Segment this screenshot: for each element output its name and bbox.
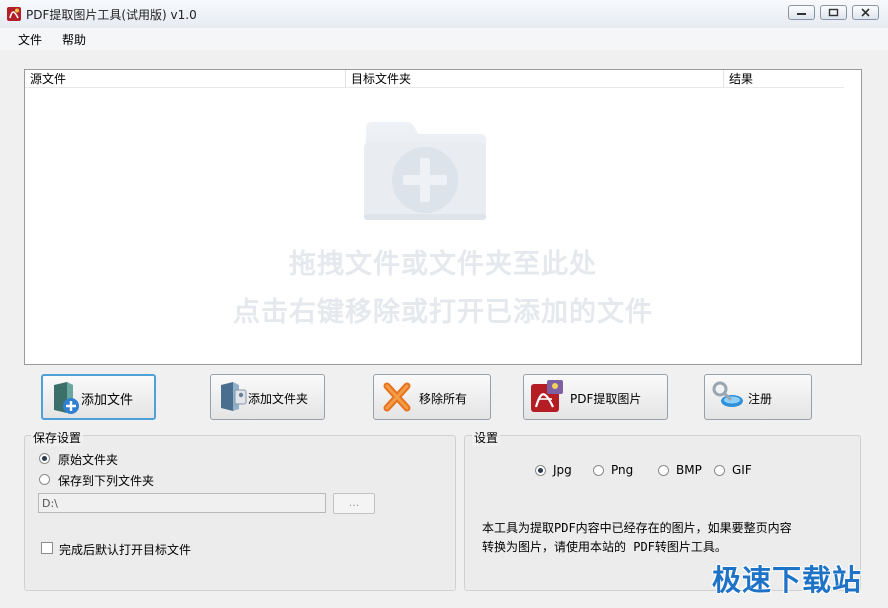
settings-description: 本工具为提取PDF内容中已经存在的图片，如果要整页内容 转换为图片，请使用本站的… bbox=[482, 519, 842, 557]
minimize-icon bbox=[797, 13, 806, 15]
label-format-png[interactable]: Png bbox=[611, 463, 633, 477]
remove-all-button[interactable]: 移除所有 bbox=[373, 374, 491, 420]
maximize-button[interactable] bbox=[820, 5, 847, 20]
extract-images-button[interactable]: PDF提取图片 bbox=[523, 374, 668, 420]
drop-hint-primary: 拖拽文件或文件夹至此处 bbox=[289, 249, 597, 280]
site-watermark: 极速下载站 bbox=[712, 563, 863, 597]
radio-format-png[interactable] bbox=[593, 465, 604, 476]
settings-title: 设置 bbox=[472, 429, 501, 446]
radio-custom-folder[interactable] bbox=[39, 474, 50, 485]
extract-images-label: PDF提取图片 bbox=[570, 392, 642, 406]
label-original-folder[interactable]: 原始文件夹 bbox=[58, 451, 118, 468]
radio-format-jpg[interactable] bbox=[535, 465, 546, 476]
add-folder-label: 添加文件夹 bbox=[248, 392, 309, 406]
label-format-jpg[interactable]: Jpg bbox=[553, 463, 572, 477]
label-custom-folder[interactable]: 保存到下列文件夹 bbox=[58, 472, 154, 489]
add-folder-icon bbox=[221, 382, 247, 411]
browse-button[interactable]: ... bbox=[333, 493, 375, 514]
remove-all-label: 移除所有 bbox=[419, 392, 468, 406]
save-settings-title: 保存设置 bbox=[31, 429, 84, 446]
menu-file[interactable]: 文件 bbox=[18, 31, 42, 48]
menu-help[interactable]: 帮助 bbox=[62, 31, 86, 48]
open-after-label[interactable]: 完成后默认打开目标文件 bbox=[59, 541, 191, 558]
column-header-result[interactable]: 结果 bbox=[724, 70, 844, 88]
window-title: PDF提取图片工具(试用版) v1.0 bbox=[26, 8, 197, 22]
column-header-target[interactable]: 目标文件夹 bbox=[346, 70, 724, 88]
remove-x-icon bbox=[383, 382, 411, 412]
app-icon bbox=[7, 7, 21, 21]
register-label: 注册 bbox=[748, 392, 773, 406]
title-bar: PDF提取图片工具(试用版) v1.0 bbox=[0, 0, 888, 29]
menu-bar: 文件 帮助 bbox=[0, 28, 888, 50]
column-header-source[interactable]: 源文件 bbox=[25, 70, 346, 88]
key-icon bbox=[712, 381, 743, 407]
minimize-button[interactable] bbox=[788, 5, 815, 20]
close-button[interactable] bbox=[852, 5, 879, 20]
add-folder-button[interactable]: 添加文件夹 bbox=[210, 374, 325, 420]
radio-format-bmp[interactable] bbox=[658, 465, 669, 476]
add-file-icon bbox=[54, 382, 79, 414]
pdf-extract-icon bbox=[531, 380, 563, 412]
settings-description-line-1: 本工具为提取PDF内容中已经存在的图片，如果要整页内容 bbox=[482, 521, 792, 535]
folder-plus-icon bbox=[364, 122, 486, 220]
settings-description-line-2: 转换为图片，请使用本站的 PDF转图片工具。 bbox=[482, 540, 727, 554]
maximize-icon bbox=[828, 8, 839, 17]
open-after-checkbox[interactable] bbox=[41, 542, 53, 554]
drop-hint-secondary: 点击右键移除或打开已添加的文件 bbox=[233, 297, 653, 328]
close-icon bbox=[861, 8, 870, 17]
label-format-gif[interactable]: GIF bbox=[732, 463, 752, 477]
radio-format-gif[interactable] bbox=[714, 465, 725, 476]
add-file-button[interactable]: 添加文件 bbox=[41, 374, 156, 420]
output-path-input[interactable] bbox=[38, 493, 326, 513]
radio-original-folder[interactable] bbox=[39, 453, 50, 464]
register-button[interactable]: 注册 bbox=[704, 374, 812, 420]
file-list[interactable]: 源文件 目标文件夹 结果 拖拽文件或文件夹至此处 点击右键移除或打开已添加的文件 bbox=[24, 69, 862, 365]
label-format-bmp[interactable]: BMP bbox=[676, 463, 702, 477]
add-file-label: 添加文件 bbox=[81, 393, 134, 408]
